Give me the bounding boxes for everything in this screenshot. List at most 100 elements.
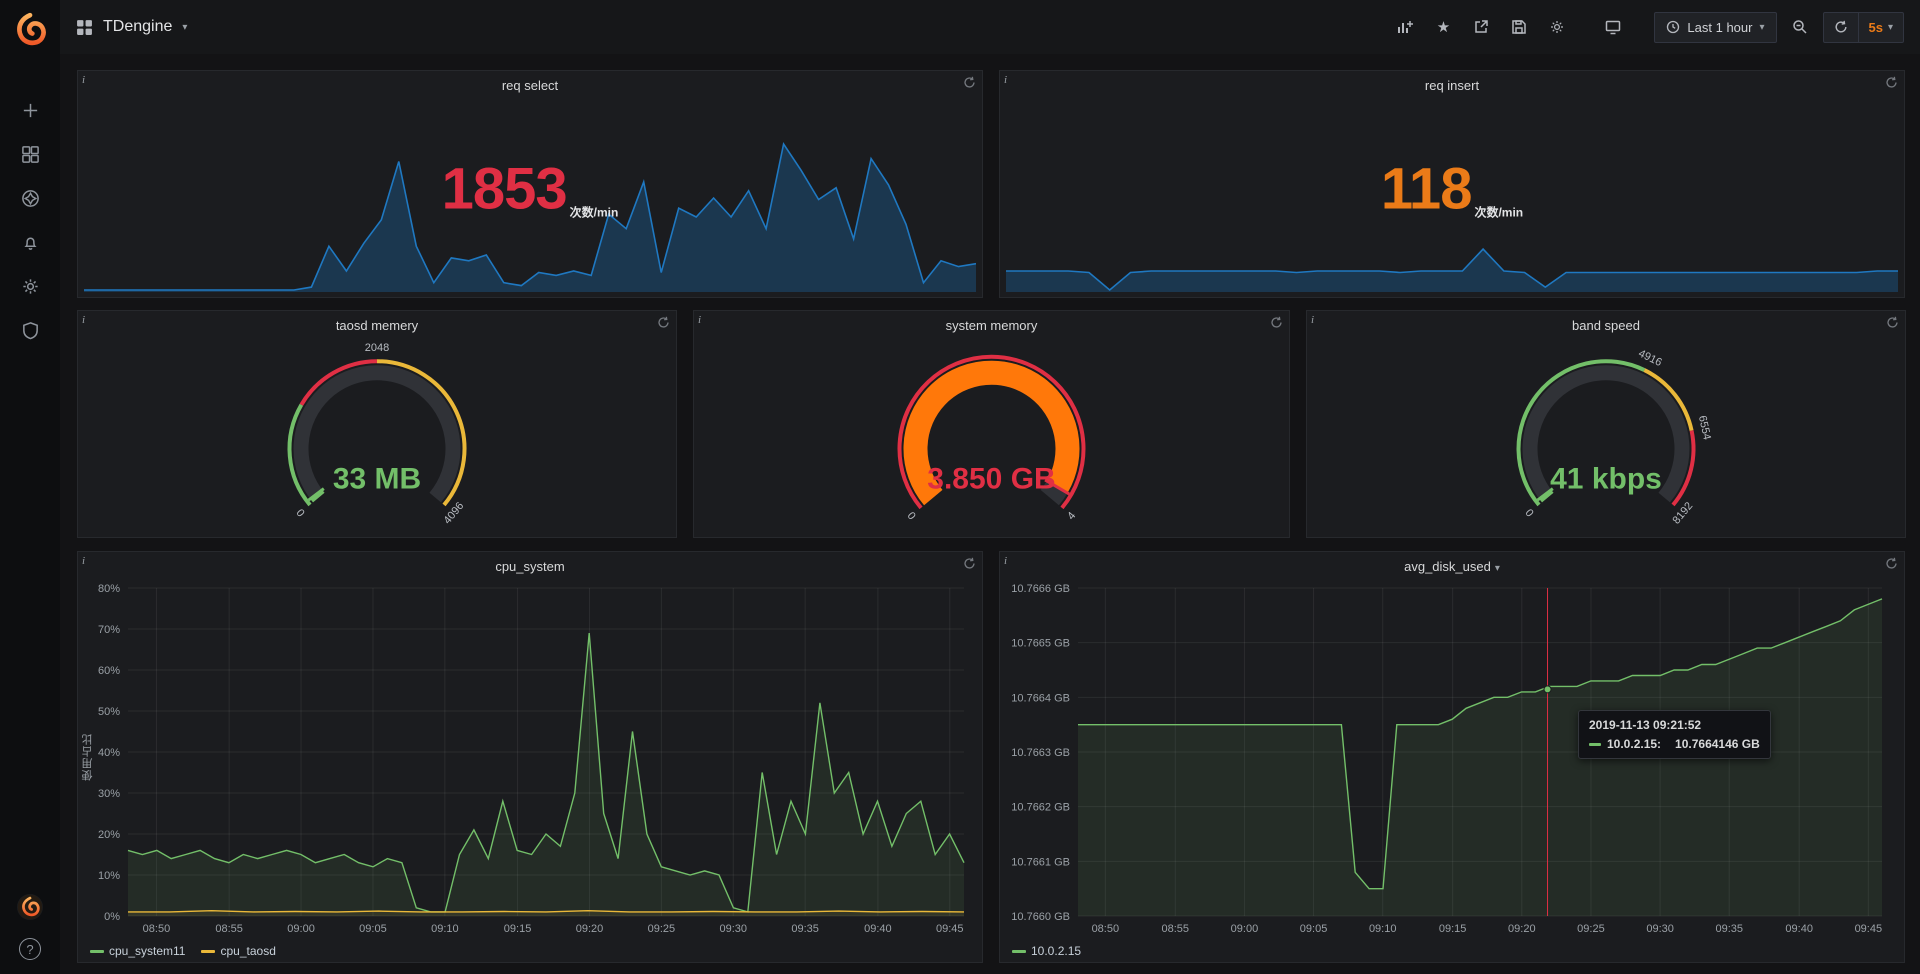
panel-loading-icon xyxy=(1270,316,1283,329)
panel-taosd-memory: i taosd memery 02048409633 MB xyxy=(77,310,677,538)
gauge: 043.850 GB xyxy=(694,337,1289,533)
svg-text:08:55: 08:55 xyxy=(215,923,243,935)
legend-item[interactable]: 10.0.2.15 xyxy=(1012,944,1081,958)
panel-cpu-system: i cpu_system 使用占比 0%10%20%30%40%50%60%70… xyxy=(77,551,983,963)
svg-text:09:00: 09:00 xyxy=(1231,923,1259,935)
svg-text:09:10: 09:10 xyxy=(431,923,459,935)
svg-text:10.7662 GB: 10.7662 GB xyxy=(1011,802,1070,814)
share-icon[interactable] xyxy=(1466,12,1496,42)
panel-loading-icon xyxy=(1886,316,1899,329)
svg-text:09:35: 09:35 xyxy=(791,923,819,935)
panel-req-insert: i req insert 118次数/min xyxy=(999,70,1905,298)
svg-text:09:20: 09:20 xyxy=(1508,923,1536,935)
dashboard-canvas: i req select 1853次数/min i req insert 118… xyxy=(60,54,1920,974)
svg-text:08:50: 08:50 xyxy=(143,923,171,935)
time-range-picker[interactable]: Last 1 hour ▾ xyxy=(1654,12,1776,43)
dashboards-icon[interactable] xyxy=(18,142,42,166)
svg-text:09:15: 09:15 xyxy=(504,923,532,935)
svg-text:4916: 4916 xyxy=(1636,348,1663,370)
svg-text:10.7660 GB: 10.7660 GB xyxy=(1011,911,1070,923)
svg-text:10.7663 GB: 10.7663 GB xyxy=(1011,747,1070,759)
svg-text:20%: 20% xyxy=(98,829,120,841)
svg-text:09:00: 09:00 xyxy=(287,923,315,935)
panel-info-icon[interactable]: i xyxy=(82,555,96,569)
navbar: TDengine ▾ ★ Last 1 hour xyxy=(60,0,1920,54)
grafana-logo-icon[interactable] xyxy=(13,12,47,46)
panel-info-icon[interactable]: i xyxy=(1004,74,1018,88)
help-icon[interactable]: ? xyxy=(19,938,41,960)
tooltip-value: 10.7664146 GB xyxy=(1675,737,1760,751)
server-admin-shield-icon[interactable] xyxy=(18,318,42,342)
refresh-interval-picker[interactable]: 5s ▾ xyxy=(1858,13,1904,42)
svg-text:10.7664 GB: 10.7664 GB xyxy=(1011,692,1070,704)
tooltip-timestamp: 2019-11-13 09:21:52 xyxy=(1589,718,1760,732)
panel-avg-disk-used: i avg_disk_used▾ 10.7660 GB 10.7661 GB 10.… xyxy=(999,551,1905,963)
sidebar-bottom: ? xyxy=(17,894,43,964)
svg-text:10%: 10% xyxy=(98,870,120,882)
zoom-out-icon[interactable] xyxy=(1785,12,1815,42)
panel-loading-icon xyxy=(1885,76,1898,89)
panel-title[interactable]: band speed xyxy=(1307,318,1905,333)
legend: cpu_system11 cpu_taosd xyxy=(90,944,276,958)
svg-text:10.7661 GB: 10.7661 GB xyxy=(1011,856,1070,868)
panel-title[interactable]: system memory xyxy=(694,318,1289,333)
panel-title[interactable]: req select xyxy=(78,78,982,93)
panel-title[interactable]: req insert xyxy=(1000,78,1904,93)
svg-text:09:40: 09:40 xyxy=(864,923,892,935)
panel-add-icon[interactable] xyxy=(1390,12,1420,42)
panel-info-icon[interactable]: i xyxy=(82,314,96,328)
legend-item[interactable]: cpu_system11 xyxy=(90,944,185,958)
panel-info-icon[interactable]: i xyxy=(1311,314,1325,328)
svg-text:40%: 40% xyxy=(98,747,120,759)
svg-text:09:35: 09:35 xyxy=(1715,923,1743,935)
alerting-bell-icon[interactable] xyxy=(18,230,42,254)
svg-text:50%: 50% xyxy=(98,706,120,718)
cycle-view-icon[interactable] xyxy=(1598,12,1628,42)
panel-info-icon[interactable]: i xyxy=(82,74,96,88)
time-series-chart: 0%10%20%30%40%50%60%70%80%08:5008:5509:0… xyxy=(82,578,974,938)
panel-title[interactable]: cpu_system xyxy=(78,559,982,574)
svg-text:09:40: 09:40 xyxy=(1785,923,1813,935)
dashboard-picker[interactable]: TDengine ▾ xyxy=(76,18,187,36)
panel-loading-icon xyxy=(657,316,670,329)
refresh-group: 5s ▾ xyxy=(1823,12,1905,43)
svg-text:09:45: 09:45 xyxy=(936,923,964,935)
panel-info-icon[interactable]: i xyxy=(1004,555,1018,569)
gauge: 049166554819241 kbps xyxy=(1307,337,1905,533)
svg-text:41 kbps: 41 kbps xyxy=(1550,463,1662,496)
panel-loading-icon xyxy=(1885,557,1898,570)
singlestat-unit: 次数/min xyxy=(1474,203,1523,220)
navbar-actions: ★ Last 1 hour ▾ xyxy=(1390,12,1904,43)
settings-gear-icon[interactable] xyxy=(1542,12,1572,42)
time-range-label: Last 1 hour xyxy=(1687,20,1752,35)
sidebar-menu xyxy=(18,98,42,342)
save-icon[interactable] xyxy=(1504,12,1534,42)
star-icon[interactable]: ★ xyxy=(1428,12,1458,42)
panel-title[interactable]: taosd memery xyxy=(78,318,676,333)
svg-text:0: 0 xyxy=(293,507,306,519)
sidebar: ? xyxy=(0,0,60,974)
explore-compass-icon[interactable] xyxy=(18,186,42,210)
legend-item[interactable]: cpu_taosd xyxy=(201,944,275,958)
svg-text:08:55: 08:55 xyxy=(1162,923,1190,935)
svg-text:09:05: 09:05 xyxy=(359,923,387,935)
panel-info-icon[interactable]: i xyxy=(698,314,712,328)
panel-band-speed: i band speed 049166554819241 kbps xyxy=(1306,310,1906,538)
svg-text:60%: 60% xyxy=(98,665,120,677)
refresh-button[interactable] xyxy=(1824,13,1858,42)
user-avatar[interactable] xyxy=(17,894,43,920)
chevron-down-icon: ▾ xyxy=(1759,22,1764,33)
svg-text:09:05: 09:05 xyxy=(1300,923,1328,935)
tooltip-series-label: 10.0.2.15: xyxy=(1607,737,1661,751)
panel-title[interactable]: avg_disk_used▾ xyxy=(1000,559,1904,574)
panel-req-select: i req select 1853次数/min xyxy=(77,70,983,298)
configuration-gear-icon[interactable] xyxy=(18,274,42,298)
svg-text:08:50: 08:50 xyxy=(1092,923,1120,935)
grafana-app: ? TDengine ▾ ★ xyxy=(0,0,1920,974)
svg-text:09:25: 09:25 xyxy=(648,923,676,935)
gauge: 02048409633 MB xyxy=(78,337,676,533)
singlestat-value: 1853次数/min xyxy=(78,155,982,222)
svg-text:09:10: 09:10 xyxy=(1369,923,1397,935)
svg-text:0%: 0% xyxy=(104,911,120,923)
plus-icon[interactable] xyxy=(18,98,42,122)
